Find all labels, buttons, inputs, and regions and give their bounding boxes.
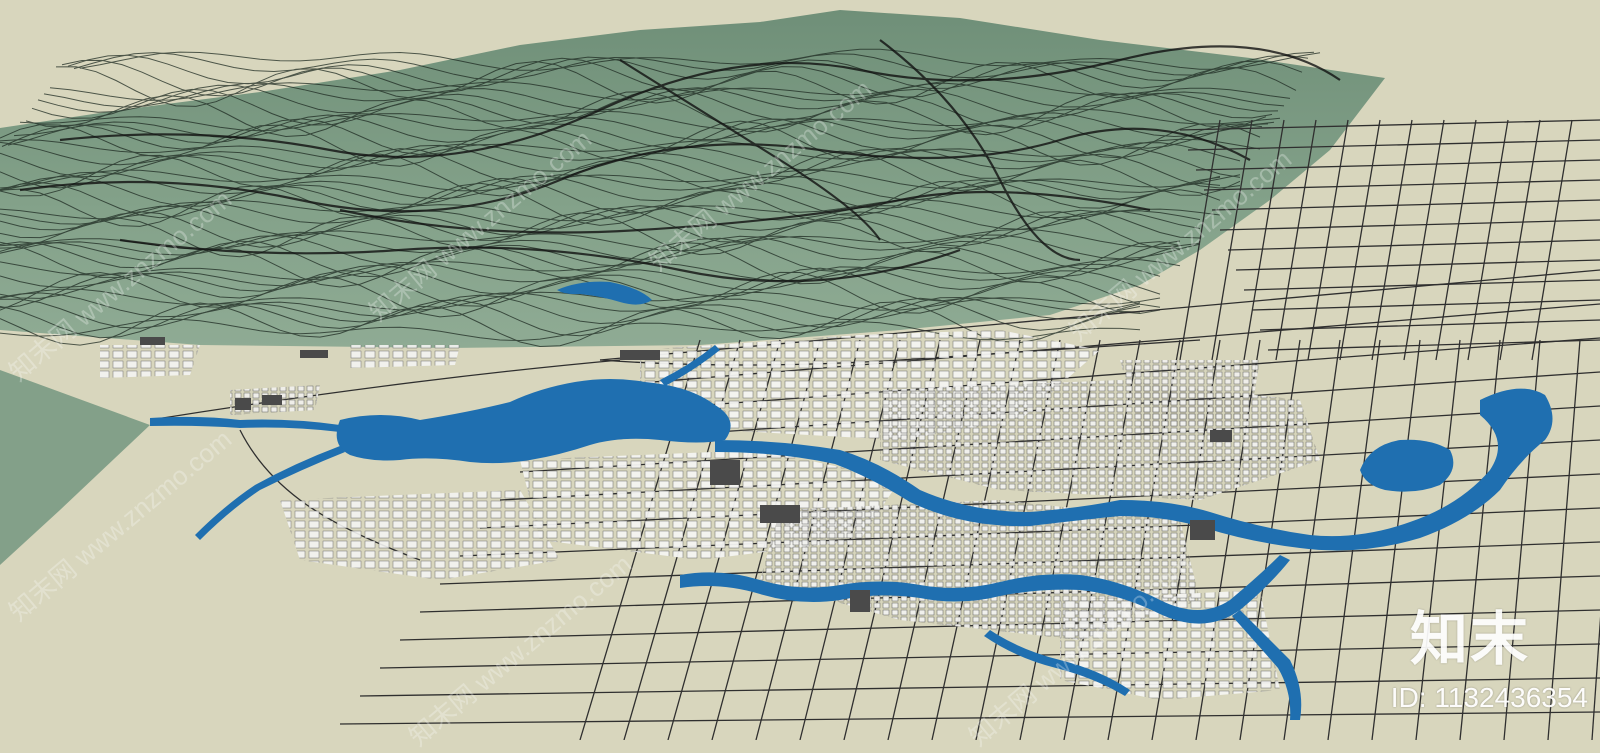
brand-logo: 知末 [1409,605,1530,673]
site-model-render [0,0,1600,740]
image-id-label: ID: 1132436354 [1390,682,1588,713]
